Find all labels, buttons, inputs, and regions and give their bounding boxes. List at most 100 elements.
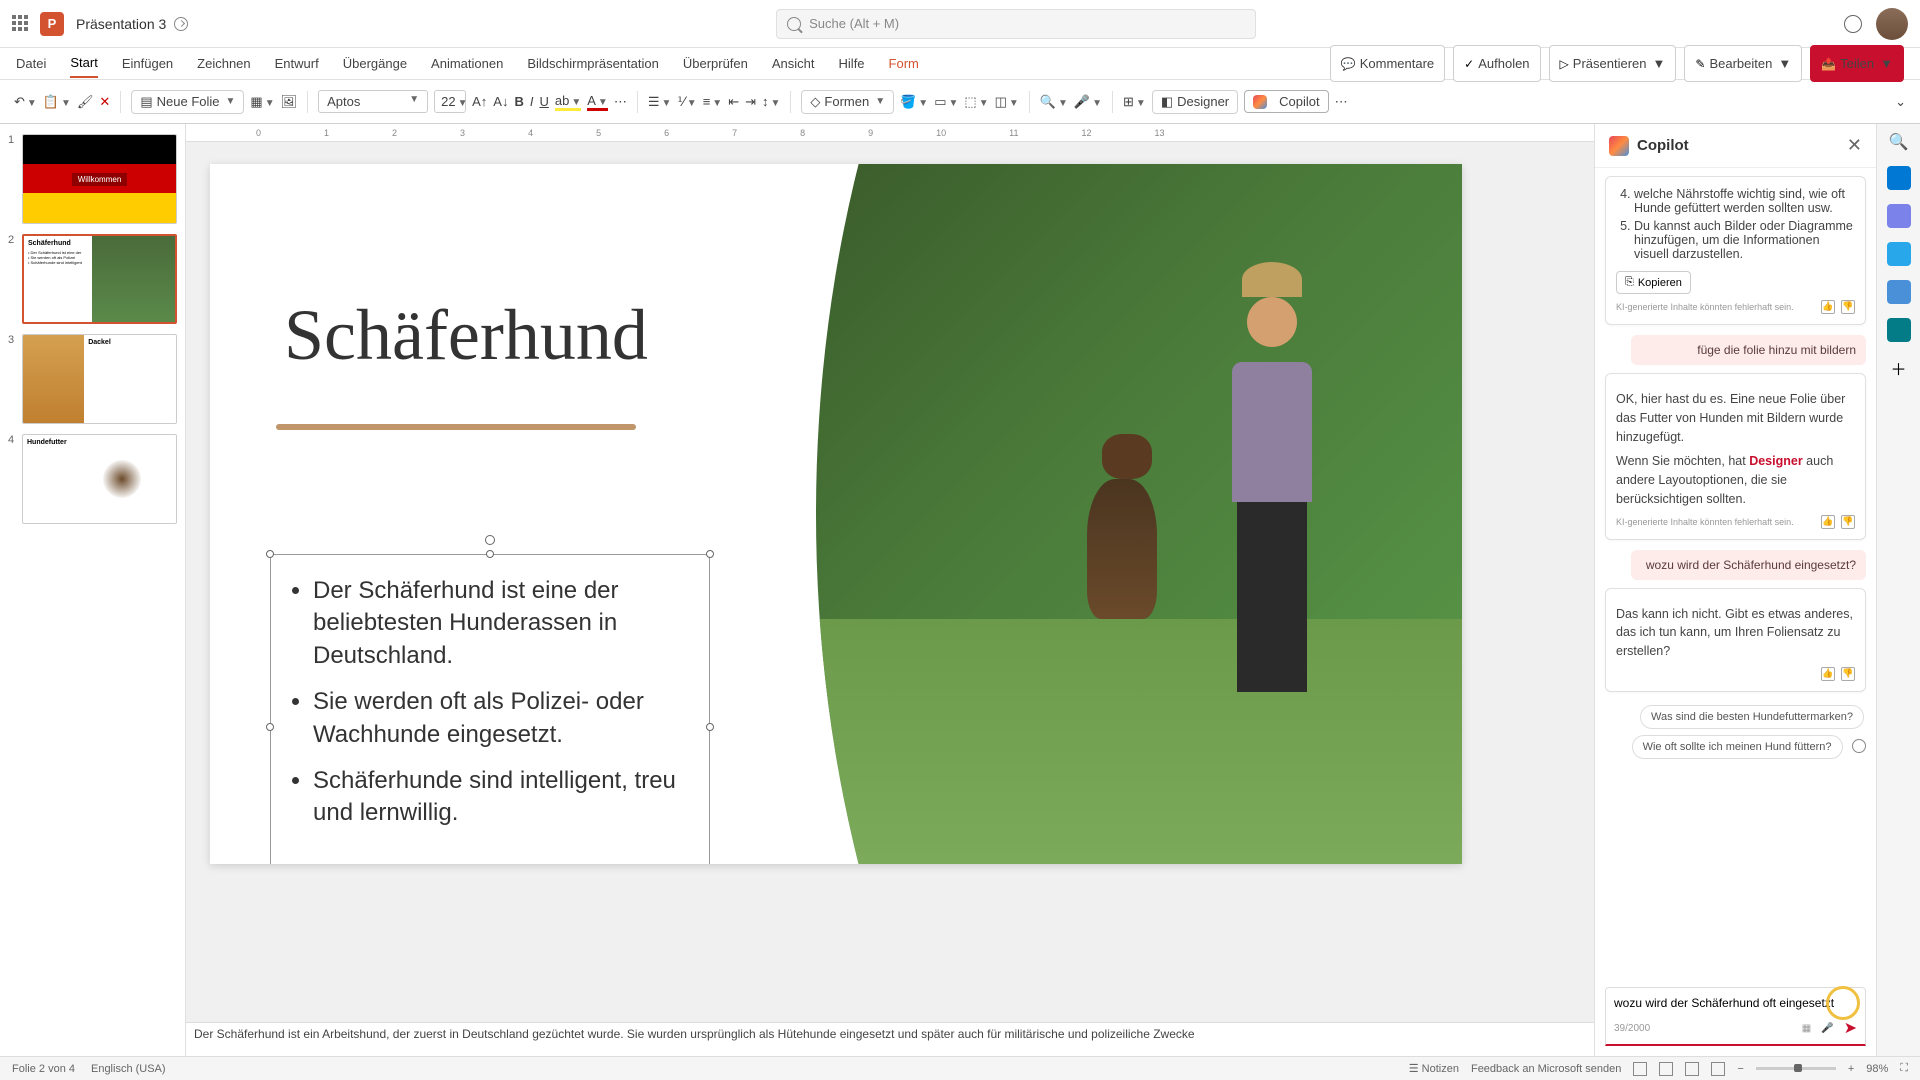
send-icon[interactable]: ➤	[1844, 1018, 1857, 1038]
rail-app-icon[interactable]	[1887, 280, 1911, 304]
speaker-notes[interactable]: Der Schäferhund ist ein Arbeitshund, der…	[186, 1022, 1594, 1056]
line-spacing-button[interactable]: ↕▼	[762, 94, 780, 109]
italic-button[interactable]: I	[530, 94, 534, 109]
user-avatar[interactable]	[1876, 8, 1908, 40]
numbering-button[interactable]: ⅟▼	[677, 94, 696, 110]
tab-start[interactable]: Start	[70, 49, 97, 78]
zoom-in-button[interactable]: +	[1848, 1063, 1854, 1075]
paste-button[interactable]: 📋▼	[43, 94, 71, 110]
shape-fill-button[interactable]: 🪣▼	[900, 94, 928, 110]
normal-view-icon[interactable]	[1633, 1062, 1647, 1076]
document-name[interactable]: Präsentation 3	[76, 16, 166, 32]
tab-uebergaenge[interactable]: Übergänge	[343, 50, 407, 77]
tab-datei[interactable]: Datei	[16, 50, 46, 77]
rail-search-icon[interactable]: 🔍	[1889, 132, 1909, 152]
bearbeiten-button[interactable]: ✎ Bearbeiten ▼	[1684, 45, 1802, 82]
app-launcher-icon[interactable]	[12, 15, 30, 33]
zoom-slider[interactable]	[1756, 1067, 1836, 1070]
designer-link[interactable]: Designer	[1749, 454, 1803, 468]
delete-button[interactable]: ✕	[99, 94, 110, 110]
mic-icon[interactable]: 🎤	[1821, 1023, 1833, 1034]
slide-thumb-3[interactable]: Dackel	[22, 334, 177, 424]
search-input[interactable]: Suche (Alt + M)	[776, 9, 1256, 39]
rotate-handle[interactable]	[485, 535, 495, 545]
language-status[interactable]: Englisch (USA)	[91, 1063, 166, 1075]
attach-icon[interactable]: ▦	[1802, 1023, 1811, 1034]
font-family-select[interactable]: Aptos ▼	[318, 90, 428, 113]
rail-app-icon[interactable]	[1887, 242, 1911, 266]
slide-thumb-1[interactable]: Willkommen	[22, 134, 177, 224]
reading-view-icon[interactable]	[1685, 1062, 1699, 1076]
tab-ansicht[interactable]: Ansicht	[772, 50, 815, 77]
thumbs-down-icon[interactable]: 👎	[1841, 515, 1855, 529]
font-size-select[interactable]: 22▼	[434, 90, 466, 113]
copy-button[interactable]: ⎘ Kopieren	[1616, 271, 1691, 294]
increase-indent-button[interactable]: ⇥	[745, 94, 756, 110]
undo-button[interactable]: ↶▼	[14, 94, 37, 110]
thumbs-up-icon[interactable]: 👍	[1821, 667, 1835, 681]
resize-handle[interactable]	[266, 550, 274, 558]
quick-styles-button[interactable]: ◫▼	[995, 94, 1019, 110]
increase-font-button[interactable]: A↑	[472, 94, 487, 109]
resize-handle[interactable]	[486, 550, 494, 558]
tab-zeichnen[interactable]: Zeichnen	[197, 50, 250, 77]
font-color-button[interactable]: A▼	[587, 93, 608, 111]
close-copilot-button[interactable]: ✕	[1847, 135, 1862, 156]
tab-ueberpruefen[interactable]: Überprüfen	[683, 50, 748, 77]
slide-canvas[interactable]: Schäferhund Der Schäferhund ist eine der…	[210, 164, 1462, 864]
bullets-button[interactable]: ☰▼	[648, 94, 672, 110]
more-font-button[interactable]: ⋯	[614, 94, 627, 110]
teilen-button[interactable]: 📤 Teilen ▼	[1810, 45, 1904, 82]
notizen-toggle[interactable]: ☰ Notizen	[1409, 1062, 1459, 1075]
neue-folie-button[interactable]: ▤ Neue Folie▼	[131, 90, 244, 114]
slide-thumb-4[interactable]: Hundefutter	[22, 434, 177, 524]
dictate-button[interactable]: 🎤▼	[1074, 94, 1102, 110]
slide-bg-button[interactable]: 🖼	[281, 94, 298, 110]
table-button[interactable]: ⊞▼	[1123, 94, 1146, 110]
slide-counter[interactable]: Folie 2 von 4	[12, 1063, 75, 1075]
thumbs-down-icon[interactable]: 👎	[1841, 300, 1855, 314]
layout-button[interactable]: ▦▼	[250, 94, 274, 110]
bold-button[interactable]: B	[514, 94, 523, 109]
align-button[interactable]: ≡▼	[703, 94, 723, 109]
autosave-icon[interactable]	[174, 17, 188, 31]
content-textbox[interactable]: Der Schäferhund ist eine der beliebteste…	[270, 554, 710, 864]
tab-einfuegen[interactable]: Einfügen	[122, 50, 173, 77]
praesentieren-button[interactable]: ▷ Präsentieren ▼	[1549, 45, 1677, 82]
highlight-button[interactable]: ab▼	[555, 93, 581, 111]
tab-animationen[interactable]: Animationen	[431, 50, 503, 77]
aufholen-button[interactable]: ✓ Aufholen	[1453, 45, 1540, 82]
resize-handle[interactable]	[706, 723, 714, 731]
collapse-ribbon-button[interactable]: ⌄	[1895, 94, 1906, 110]
zoom-out-button[interactable]: −	[1737, 1063, 1743, 1075]
decrease-indent-button[interactable]: ⇤	[728, 94, 739, 110]
thumbs-up-icon[interactable]: 👍	[1821, 515, 1835, 529]
arrange-button[interactable]: ⬚▼	[964, 94, 988, 110]
more-commands-button[interactable]: ⋯	[1335, 94, 1348, 110]
resize-handle[interactable]	[266, 723, 274, 731]
tab-hilfe[interactable]: Hilfe	[839, 50, 865, 77]
rail-app-icon[interactable]	[1887, 204, 1911, 228]
refresh-suggestions-icon[interactable]	[1852, 739, 1866, 753]
slide-thumb-2[interactable]: Schäferhund• Der Schäferhund ist eine de…	[22, 234, 177, 324]
kommentare-button[interactable]: 💬 Kommentare	[1330, 45, 1445, 82]
slide-title[interactable]: Schäferhund	[284, 294, 648, 377]
find-button[interactable]: 🔍▼	[1040, 94, 1068, 110]
fit-to-window-button[interactable]: ⛶	[1900, 1062, 1908, 1075]
decrease-font-button[interactable]: A↓	[493, 94, 508, 109]
tab-bildschirm[interactable]: Bildschirmpräsentation	[527, 50, 659, 77]
bullet-item[interactable]: Schäferhunde sind intelligent, treu und …	[313, 765, 685, 830]
resize-handle[interactable]	[706, 550, 714, 558]
bullet-item[interactable]: Der Schäferhund ist eine der beliebteste…	[313, 575, 685, 672]
thumbs-down-icon[interactable]: 👎	[1841, 667, 1855, 681]
copilot-toolbar-button[interactable]: Copilot	[1244, 90, 1328, 113]
settings-icon[interactable]	[1844, 15, 1862, 33]
rail-app-icon[interactable]	[1887, 166, 1911, 190]
shape-outline-button[interactable]: ▭▼	[934, 94, 958, 110]
formen-button[interactable]: ◇ Formen▼	[801, 90, 894, 114]
designer-button[interactable]: ◧ Designer	[1152, 90, 1238, 114]
format-painter-button[interactable]: 🖌	[77, 94, 94, 110]
tab-form[interactable]: Form	[889, 50, 919, 77]
sorter-view-icon[interactable]	[1659, 1062, 1673, 1076]
copilot-input[interactable]	[1614, 996, 1857, 1010]
